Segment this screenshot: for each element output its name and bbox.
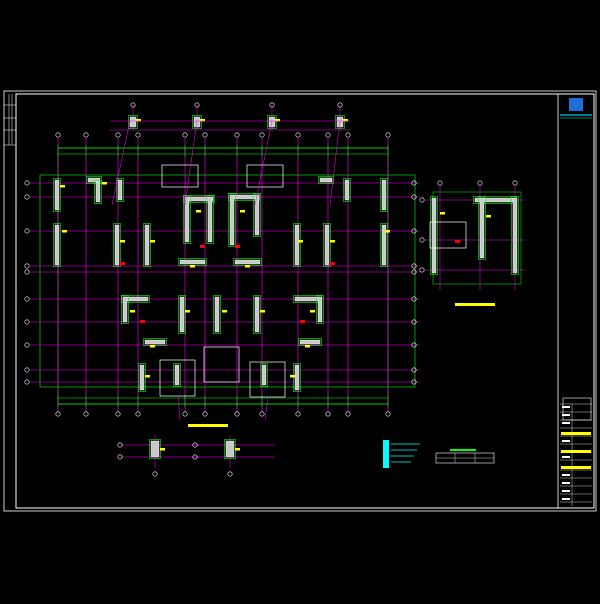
- shear-wall: [324, 224, 330, 266]
- shear-wall: [319, 177, 333, 183]
- shear-wall: [174, 364, 180, 386]
- wall-tag: [330, 240, 335, 243]
- shear-wall: [225, 440, 235, 458]
- wall-tag: [62, 230, 67, 233]
- wall-tag: [150, 345, 155, 348]
- wall-tag: [385, 230, 390, 233]
- title-block-label-bar: [562, 474, 570, 476]
- shear-wall: [117, 179, 123, 201]
- shear-wall: [299, 339, 321, 345]
- wall-tag: [222, 310, 227, 313]
- wall-tag: [305, 345, 310, 348]
- shear-wall: [114, 224, 120, 266]
- wall-tag: [185, 310, 190, 313]
- shear-wall: [317, 296, 323, 323]
- shear-wall: [87, 177, 101, 183]
- title-block-text-bar: [561, 466, 591, 469]
- shear-wall: [344, 179, 350, 201]
- wall-tag: [290, 375, 295, 378]
- shear-wall: [144, 339, 166, 345]
- wall-tag: [240, 210, 245, 213]
- section-marker-icon: [200, 245, 205, 248]
- wall-tag: [60, 185, 65, 188]
- wall-tag: [145, 375, 150, 378]
- shear-wall: [261, 364, 267, 386]
- shear-wall: [294, 364, 300, 391]
- shear-wall: [54, 224, 60, 266]
- section-marker-icon: [235, 245, 240, 248]
- shear-wall: [179, 259, 206, 265]
- title-block-label-bar: [562, 482, 570, 484]
- shear-wall: [381, 179, 387, 211]
- section-marker-icon: [300, 320, 305, 323]
- shear-wall: [479, 197, 485, 259]
- title-block-label-bar: [562, 422, 570, 424]
- detail-caption: [455, 303, 495, 306]
- shear-wall: [150, 440, 160, 458]
- shear-wall: [144, 224, 150, 266]
- shear-wall: [214, 296, 220, 333]
- title-block-text-bar: [561, 432, 591, 435]
- title-block-label-bar: [562, 456, 570, 458]
- shear-wall: [95, 181, 101, 203]
- shear-wall: [229, 194, 235, 246]
- title-block-label-bar: [562, 440, 570, 442]
- section-marker-icon: [330, 262, 335, 265]
- shear-wall: [184, 196, 190, 243]
- shear-wall: [254, 296, 260, 333]
- wall-tag: [245, 265, 250, 268]
- shear-wall: [431, 197, 437, 274]
- section-marker-icon: [455, 240, 460, 243]
- plan-caption: [188, 424, 228, 427]
- wall-tag: [196, 210, 201, 213]
- shear-wall: [54, 179, 60, 211]
- shear-wall: [122, 296, 128, 323]
- shear-wall: [294, 224, 300, 266]
- wall-tag: [102, 182, 107, 185]
- drawing-sheet: [0, 0, 600, 600]
- section-marker-icon: [120, 262, 125, 265]
- cad-drawing-viewer[interactable]: [0, 0, 600, 600]
- shear-wall: [129, 116, 137, 128]
- shear-wall: [512, 197, 518, 274]
- shear-wall: [234, 259, 261, 265]
- wall-tag: [298, 240, 303, 243]
- title-block-label-bar: [562, 490, 570, 492]
- wall-tag: [160, 448, 165, 451]
- shear-wall: [139, 364, 145, 391]
- wall-tag: [486, 215, 491, 218]
- wall-tag: [130, 310, 135, 313]
- title-block-label-bar: [562, 498, 570, 500]
- wall-tag: [310, 310, 315, 313]
- section-marker-icon: [140, 320, 145, 323]
- wall-tag: [235, 448, 240, 451]
- title-block-text-bar: [561, 450, 591, 453]
- wall-tag: [190, 265, 195, 268]
- wall-tag: [150, 240, 155, 243]
- company-logo-icon: [569, 98, 583, 111]
- wall-tag: [440, 212, 445, 215]
- shear-wall: [207, 196, 213, 243]
- wall-tag: [120, 240, 125, 243]
- wall-tag: [260, 310, 265, 313]
- shear-wall: [179, 296, 185, 333]
